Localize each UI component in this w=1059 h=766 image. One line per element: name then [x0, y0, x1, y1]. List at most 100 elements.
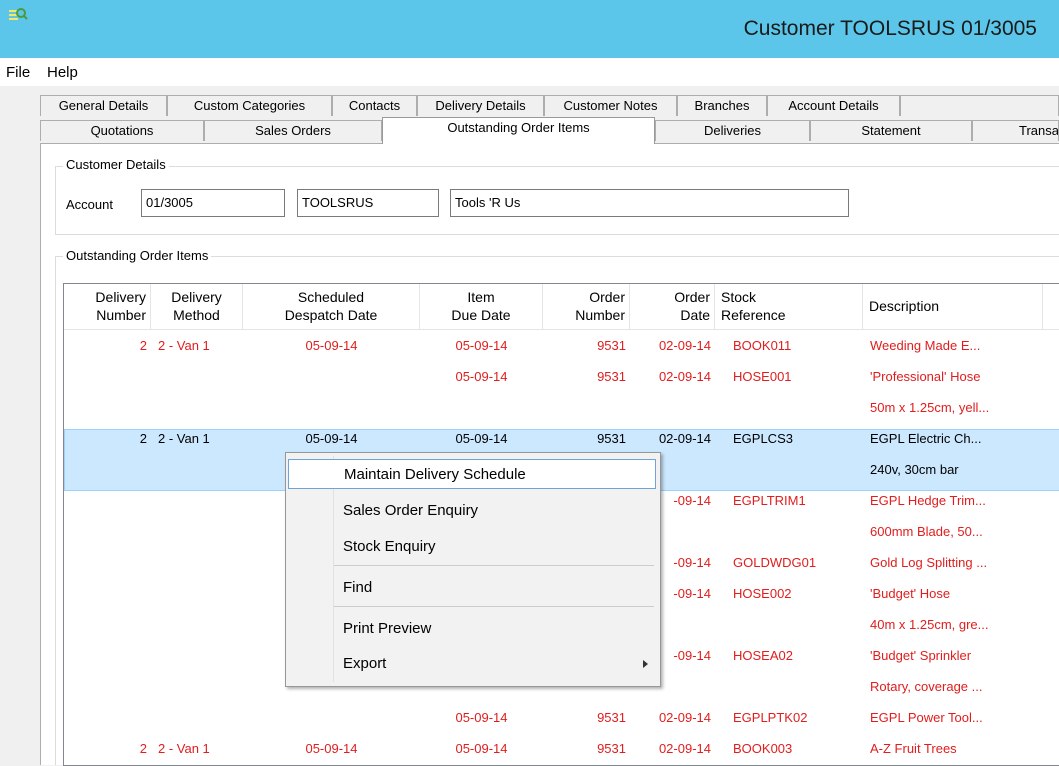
cell-delivery-method — [158, 707, 238, 729]
cell-delivery-number — [64, 490, 147, 512]
tab-more[interactable] — [900, 95, 1059, 116]
cell-delivery-method — [158, 366, 238, 388]
cell-description: 'Budget' Hose — [870, 586, 951, 601]
col-description[interactable]: Description — [863, 284, 1043, 330]
cell-description: 240v, 30cm bar — [870, 462, 959, 477]
cell-delivery-method — [158, 552, 238, 574]
cell-delivery-number — [64, 676, 147, 698]
menu-help[interactable]: Help — [47, 64, 78, 81]
menu-maintain-delivery-schedule[interactable]: Maintain Delivery Schedule — [288, 459, 656, 489]
cell-delivery-method — [158, 490, 238, 512]
customer-details-label: Customer Details — [63, 157, 169, 172]
tab-outstanding-order-items[interactable]: Outstanding Order Items — [382, 117, 655, 144]
col-order-number[interactable]: Order Number — [543, 284, 630, 330]
cell-description: Rotary, coverage ... — [870, 679, 983, 694]
tab-customer-notes[interactable]: Customer Notes — [544, 95, 677, 116]
cell-description: EGPL Power Tool... — [870, 710, 983, 725]
cell-delivery-number — [64, 459, 147, 481]
cell-order-number: 9531 — [597, 369, 626, 384]
menu-find[interactable]: Find — [288, 573, 656, 603]
cell-delivery-method: 2 - Van 1 — [158, 741, 210, 756]
col-delivery-method[interactable]: Delivery Method — [151, 284, 243, 330]
cell-stock-ref: EGPLPTK02 — [733, 710, 808, 725]
cell-delivery-number — [64, 366, 147, 388]
cell-due-date: 05-09-14 — [455, 338, 508, 353]
cell-order-date: 02-09-14 — [658, 710, 711, 725]
cell-stock-ref: EGPLCS3 — [733, 431, 793, 446]
menu-file[interactable]: File — [6, 64, 30, 81]
cell-delivery-number — [64, 645, 147, 667]
menu-separator — [334, 606, 654, 607]
cell-stock-ref — [733, 676, 861, 698]
cell-description: 50m x 1.25cm, yell... — [870, 400, 990, 415]
menu-export[interactable]: Export — [288, 649, 656, 679]
tab-contacts[interactable]: Contacts — [332, 95, 417, 116]
tab-account-details[interactable]: Account Details — [767, 95, 900, 116]
cell-stock-ref: HOSEA02 — [733, 648, 793, 663]
cell-scheduled-date: 05-09-14 — [305, 431, 358, 446]
cell-delivery-number — [64, 707, 147, 729]
cell-description: Weeding Made E... — [870, 338, 981, 353]
col-delivery-number[interactable]: Delivery Number — [64, 284, 151, 330]
cell-order-date: 02-09-14 — [658, 369, 711, 384]
tab-branches[interactable]: Branches — [677, 95, 767, 116]
cell-delivery-method — [158, 676, 238, 698]
tab-deliveries[interactable]: Deliveries — [655, 120, 810, 141]
menu-find-label: Find — [343, 579, 373, 596]
cell-order-number: 9531 — [597, 431, 626, 446]
tab-delivery-details[interactable]: Delivery Details — [417, 95, 544, 116]
menu-sales-enquiry-label: Sales Order Enquiry — [343, 502, 479, 519]
cell-due-date: 05-09-14 — [455, 710, 508, 725]
cell-stock-ref — [733, 397, 861, 419]
cell-delivery-number: 2 — [139, 338, 147, 353]
account-field[interactable]: 01/3005 — [141, 189, 285, 217]
tab-row-1: General Details Custom Categories Contac… — [40, 95, 1059, 117]
tab-statement[interactable]: Statement — [810, 120, 972, 141]
cell-delivery-number — [64, 397, 147, 419]
cell-description: 'Professional' Hose — [870, 369, 981, 384]
cell-scheduled-date — [243, 707, 420, 729]
cell-stock-ref — [733, 614, 861, 636]
menu-sales-order-enquiry[interactable]: Sales Order Enquiry — [288, 496, 656, 526]
tab-transactions[interactable]: Transa — [972, 120, 1059, 141]
tab-quotations[interactable]: Quotations — [40, 120, 204, 141]
outstanding-items-label: Outstanding Order Items — [63, 248, 212, 263]
cell-stock-ref: HOSE001 — [733, 369, 792, 384]
cell-delivery-number — [64, 614, 147, 636]
window-title: Customer TOOLSRUS 01/3005 — [743, 17, 1037, 40]
col-item-due-date[interactable]: Item Due Date — [420, 284, 543, 330]
cell-scheduled-date — [243, 397, 420, 419]
cell-due-date: 05-09-14 — [455, 431, 508, 446]
cell-description: 40m x 1.25cm, gre... — [870, 617, 989, 632]
cell-scheduled-date: 05-09-14 — [305, 741, 358, 756]
tab-sales-orders[interactable]: Sales Orders — [204, 120, 382, 141]
col-scheduled-despatch[interactable]: Scheduled Despatch Date — [243, 284, 420, 330]
cell-due-date: 05-09-14 — [455, 369, 508, 384]
col-order-date[interactable]: Order Date — [630, 284, 715, 330]
tab-custom-categories[interactable]: Custom Categories — [167, 95, 332, 116]
tab-row-2: Quotations Sales Orders Outstanding Orde… — [40, 117, 1059, 144]
menu-print-preview-label: Print Preview — [343, 620, 432, 637]
col-more[interactable] — [1043, 284, 1059, 330]
cell-order-number — [543, 397, 626, 419]
menu-stock-enquiry-label: Stock Enquiry — [343, 538, 436, 555]
customer-name-field[interactable]: Tools 'R Us — [450, 189, 849, 217]
cell-description: A-Z Fruit Trees — [870, 741, 957, 756]
cell-delivery-number — [64, 583, 147, 605]
cell-description: 600mm Blade, 50... — [870, 524, 983, 539]
col-stock-reference[interactable]: Stock Reference — [715, 284, 863, 330]
customer-code-field[interactable]: TOOLSRUS — [297, 189, 439, 217]
menu-maintain-label: Maintain Delivery Schedule — [344, 466, 526, 483]
cell-delivery-method: 2 - Van 1 — [158, 431, 210, 446]
cell-stock-ref: EGPLTRIM1 — [733, 493, 806, 508]
cell-delivery-method — [158, 583, 238, 605]
tab-general-details[interactable]: General Details — [40, 95, 167, 116]
cell-due-date — [420, 397, 543, 419]
menu-separator — [334, 565, 654, 566]
menu-print-preview[interactable]: Print Preview — [288, 614, 656, 644]
cell-stock-ref: BOOK011 — [733, 338, 792, 353]
cell-delivery-method: 2 - Van 1 — [158, 338, 210, 353]
menu-stock-enquiry[interactable]: Stock Enquiry — [288, 532, 656, 562]
cell-due-date: 05-09-14 — [455, 741, 508, 756]
cell-order-date — [630, 397, 711, 419]
